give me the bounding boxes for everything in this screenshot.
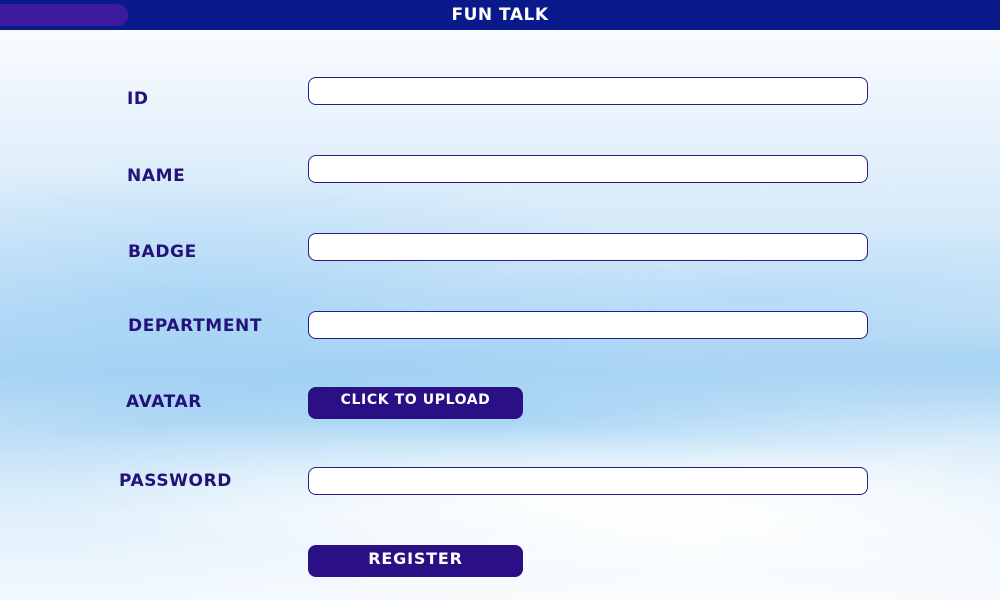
name-label: NAME	[127, 166, 186, 186]
badge-input[interactable]	[308, 233, 868, 261]
password-input[interactable]	[308, 467, 868, 495]
department-input[interactable]	[308, 311, 868, 339]
title-bar: FUN TALK	[0, 0, 1000, 30]
password-label: PASSWORD	[119, 471, 232, 491]
registration-window: FUN TALK ID NAME BADGE DEPARTMENT AVATAR…	[0, 0, 1000, 600]
register-button[interactable]: REGISTER	[308, 545, 523, 577]
app-title: FUN TALK	[451, 5, 549, 25]
upload-avatar-button[interactable]: CLICK TO UPLOAD	[308, 387, 523, 419]
department-label: DEPARTMENT	[128, 316, 263, 336]
id-input[interactable]	[308, 77, 868, 105]
avatar-label: AVATAR	[126, 392, 202, 412]
background-wave	[295, 183, 1000, 417]
badge-label: BADGE	[128, 242, 197, 262]
name-input[interactable]	[308, 155, 868, 183]
id-label: ID	[127, 89, 149, 109]
